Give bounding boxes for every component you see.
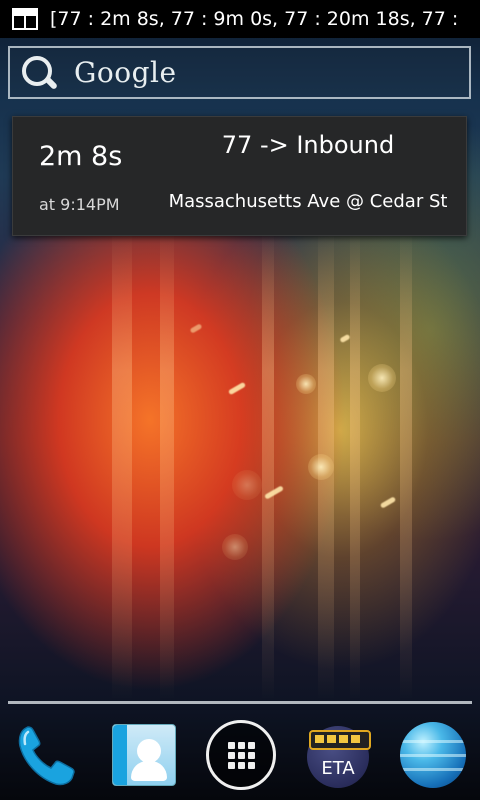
google-search-bar[interactable]: Google xyxy=(8,46,471,99)
dock: ETA xyxy=(0,710,480,800)
arrival-time: at 9:14PM xyxy=(39,195,120,214)
notification-ticker: [77 : 2m 8s, 77 : 9m 0s, 77 : 20m 18s, 7… xyxy=(50,8,459,30)
phone-icon xyxy=(18,726,75,786)
people-app-button[interactable] xyxy=(108,720,178,790)
status-bar[interactable]: [77 : 2m 8s, 77 : 9m 0s, 77 : 20m 18s, 7… xyxy=(0,0,480,38)
home-screen: [77 : 2m 8s, 77 : 9m 0s, 77 : 20m 18s, 7… xyxy=(0,0,480,800)
contacts-icon xyxy=(112,724,176,786)
eta-app-label: ETA xyxy=(321,758,355,779)
eta-app-button[interactable]: ETA xyxy=(303,720,373,790)
dock-divider xyxy=(8,701,472,704)
app-drawer-icon xyxy=(206,720,276,790)
browser-app-button[interactable] xyxy=(398,720,468,790)
search-icon xyxy=(16,51,60,95)
arrival-countdown: 2m 8s xyxy=(39,141,123,172)
widget-notification-icon xyxy=(12,8,38,30)
route-direction: 77 -> Inbound xyxy=(221,131,395,159)
bus-eta-widget[interactable]: 2m 8s at 9:14PM 77 -> Inbound Massachuse… xyxy=(12,116,467,236)
globe-icon xyxy=(400,722,466,788)
bus-graphic xyxy=(309,730,371,750)
phone-app-button[interactable] xyxy=(12,720,82,790)
stop-name: Massachusetts Ave @ Cedar St xyxy=(168,191,448,212)
search-label: Google xyxy=(74,56,177,89)
app-drawer-button[interactable] xyxy=(206,720,276,790)
